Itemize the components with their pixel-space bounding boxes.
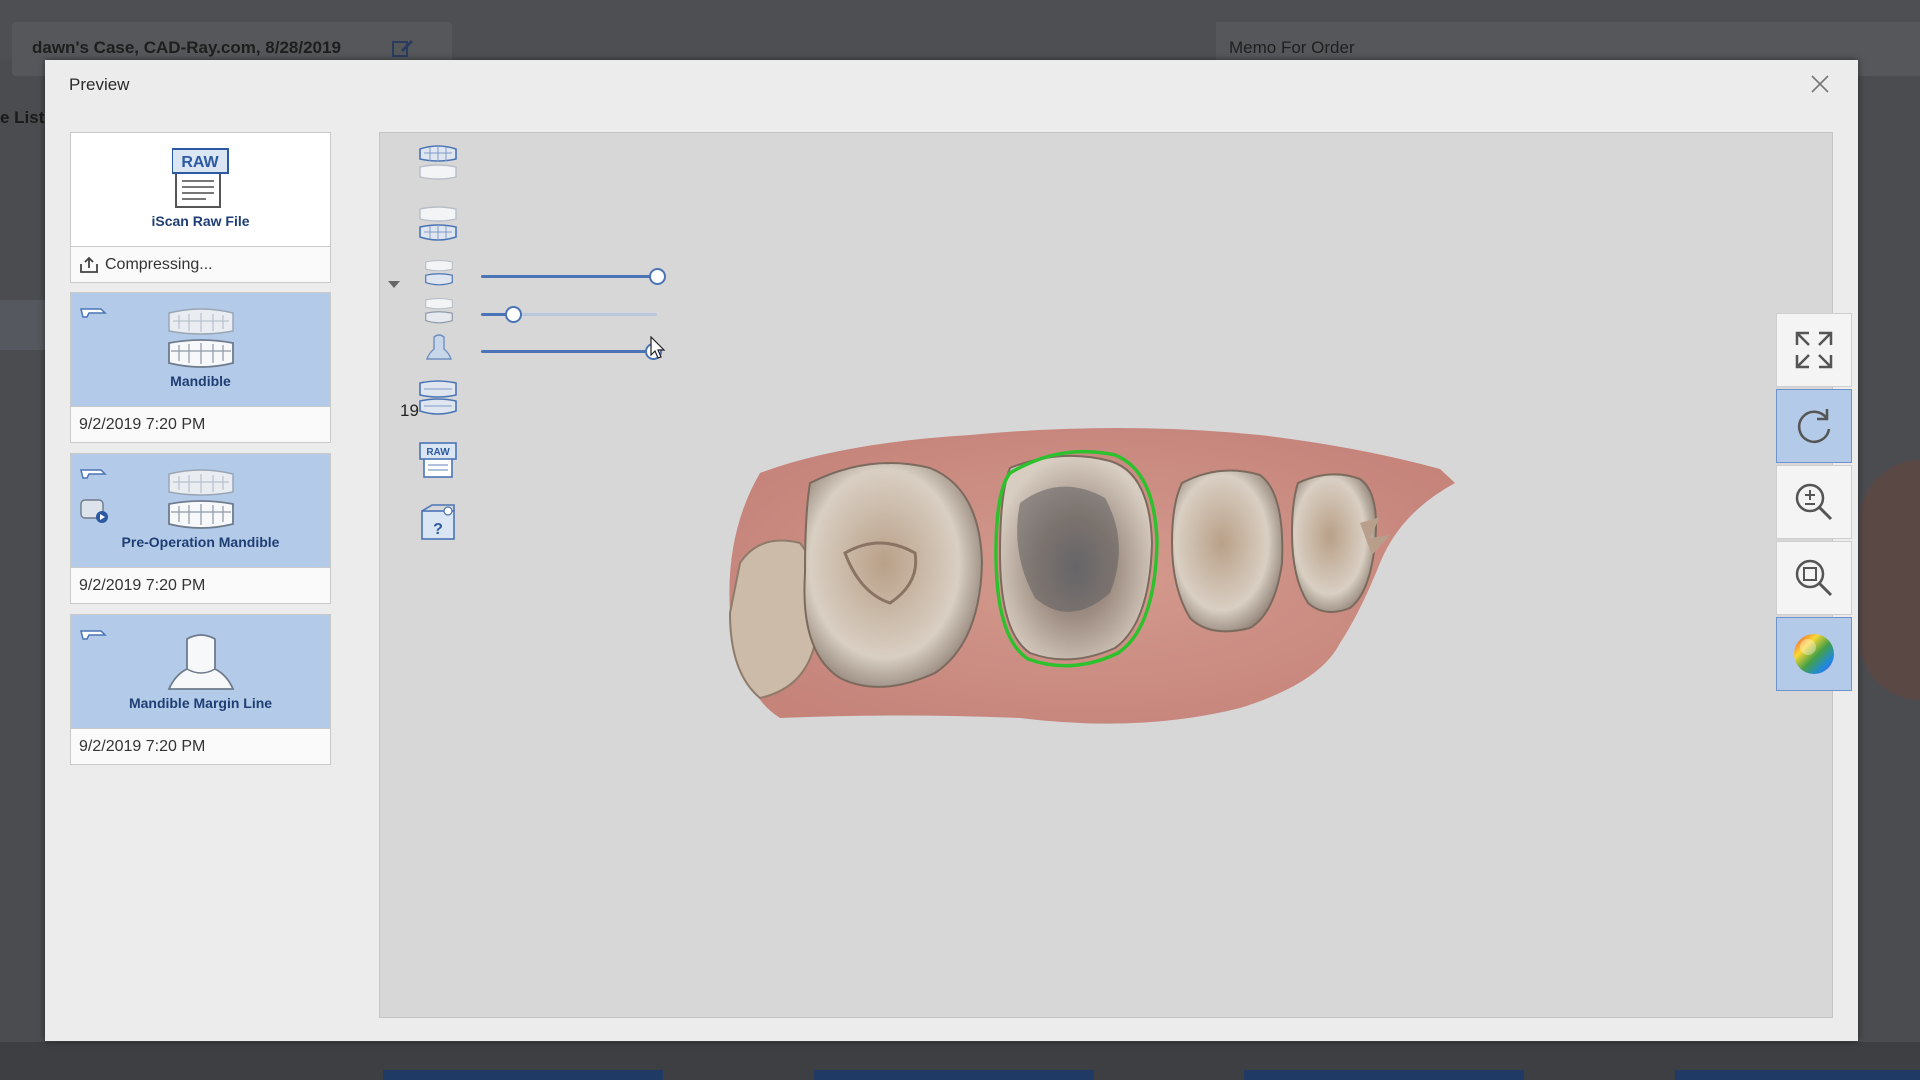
scan-label: Pre-Operation Mandible (121, 534, 280, 550)
bottom-button-1[interactable] (383, 1070, 663, 1080)
edit-icon[interactable] (392, 38, 414, 58)
mandible-layer-icon[interactable] (424, 259, 454, 287)
dental-model-3d[interactable] (720, 413, 1500, 743)
zoom-in-out-icon (1795, 483, 1833, 521)
unknown-file-icon[interactable]: ? (418, 503, 458, 541)
upload-icon (80, 256, 98, 273)
scanner-icon (80, 630, 107, 640)
scanner-icon (80, 469, 107, 479)
compress-status-text: Compressing... (105, 256, 213, 273)
dialog-title: Preview (69, 75, 130, 94)
svg-text:RAW: RAW (426, 447, 450, 458)
list-selection (0, 300, 46, 350)
scan-label: Mandible (170, 373, 231, 389)
pre-op-icon (80, 499, 108, 523)
slider-knob[interactable] (504, 306, 522, 323)
tooth-number: 19 (400, 401, 419, 420)
raw-file-card[interactable]: RAW iScan Raw File Compressing... (70, 132, 331, 283)
margin-layer-icon[interactable] (426, 333, 452, 361)
zoom-window-button[interactable] (1776, 541, 1852, 615)
fullscreen-icon (1795, 331, 1833, 369)
margin-line-icon (167, 634, 235, 690)
svg-text:RAW: RAW (181, 154, 219, 171)
scan-date: 9/2/2019 7:20 PM (71, 406, 330, 442)
slider-knob[interactable] (649, 268, 666, 285)
scan-date: 9/2/2019 7:20 PM (71, 567, 330, 603)
rotate-icon (1797, 409, 1831, 443)
bottom-button-3[interactable] (1244, 1070, 1524, 1080)
scan-card-mandible[interactable]: Mandible 9/2/2019 7:20 PM (70, 292, 331, 443)
pre-op-mandible-icon (168, 469, 234, 529)
bottom-button-4[interactable] (1675, 1070, 1920, 1080)
raw-file-label: iScan Raw File (151, 213, 250, 229)
maxilla-layer-icon[interactable] (418, 143, 458, 181)
scan-card-pre-op-mandible[interactable]: Pre-Operation Mandible 9/2/2019 7:20 PM (70, 453, 331, 604)
mandible-scan-icon (168, 308, 234, 368)
background-model (1860, 460, 1920, 700)
case-title: dawn's Case, CAD-Ray.com, 8/28/2019 (32, 38, 341, 57)
fit-view-button[interactable] (1776, 313, 1852, 387)
svg-text:?: ? (433, 521, 443, 538)
zoom-button[interactable] (1776, 465, 1852, 539)
compress-status: Compressing... (71, 246, 330, 282)
3d-viewer[interactable]: 19 RAW ? (379, 132, 1833, 1018)
color-map-button[interactable] (1776, 617, 1852, 691)
pre-op-opacity-slider[interactable] (481, 305, 657, 325)
close-icon[interactable] (1808, 72, 1832, 96)
scan-card-margin-line[interactable]: Mandible Margin Line 9/2/2019 7:20 PM (70, 614, 331, 765)
scan-label: Mandible Margin Line (128, 695, 273, 711)
scanner-icon (80, 308, 107, 318)
preview-dialog: Preview RAW iScan Raw File Compressing..… (45, 60, 1858, 1041)
bottom-button-2[interactable] (814, 1070, 1094, 1080)
color-wheel-icon (1794, 634, 1834, 674)
reset-rotation-button[interactable] (1776, 389, 1852, 463)
scan-date: 9/2/2019 7:20 PM (71, 728, 330, 764)
margin-opacity-slider[interactable] (481, 342, 663, 362)
mandible-opacity-slider[interactable] (481, 267, 666, 287)
occlusion-layer-icon[interactable] (418, 379, 458, 417)
mandible-group-icon[interactable] (418, 205, 458, 243)
mouse-cursor-icon (650, 336, 666, 359)
memo-title: Memo For Order (1229, 38, 1355, 57)
list-label: e List (0, 108, 45, 127)
raw-file-icon: RAW (172, 148, 229, 208)
zoom-window-icon (1795, 559, 1833, 597)
pre-op-layer-icon[interactable] (424, 297, 454, 325)
raw-layer-icon[interactable]: RAW (418, 441, 458, 479)
expand-caret-icon[interactable] (388, 281, 400, 288)
